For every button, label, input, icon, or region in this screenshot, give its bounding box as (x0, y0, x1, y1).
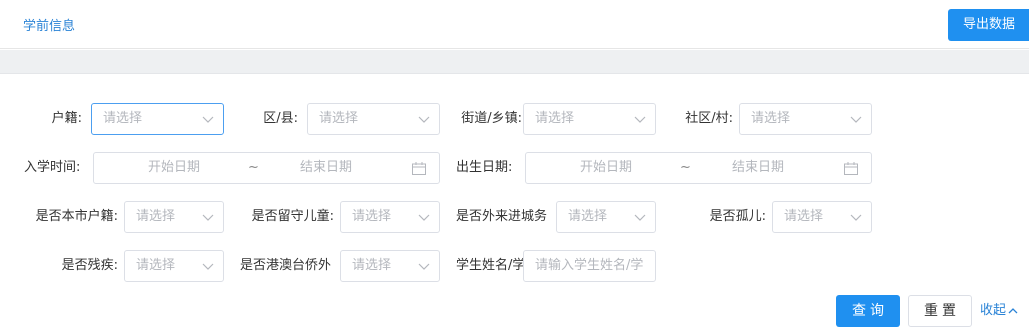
student-name-placeholder: 请输入学生姓名/学 (535, 258, 644, 273)
birth-start-placeholder: 开始日期 (580, 160, 633, 175)
chevron-down-icon (418, 214, 430, 221)
calendar-icon (844, 162, 858, 175)
enroll-range-separator: ~ (248, 160, 259, 175)
collapse-label: 收起 (980, 303, 1007, 318)
community-label: 社区/村: (685, 111, 733, 126)
reset-button[interactable]: 重置 (908, 295, 972, 327)
collapse-link[interactable]: 收起 (980, 295, 1018, 327)
student-name-label: 学生姓名/学 (456, 258, 524, 273)
hk-macao-tw-select[interactable]: 请选择 (340, 250, 440, 282)
top-bar: 学前信息 导出数据 (0, 0, 1029, 49)
birth-range-separator: ~ (680, 160, 691, 175)
migrant-label: 是否外来进城务 (456, 209, 548, 224)
chevron-down-icon (202, 214, 214, 221)
district-placeholder: 请选择 (319, 111, 359, 126)
calendar-icon (412, 162, 426, 175)
street-label: 街道/乡镇: (461, 111, 522, 126)
section-divider-bar (0, 50, 1029, 74)
street-placeholder: 请选择 (535, 111, 575, 126)
orphan-select[interactable]: 请选择 (772, 201, 872, 233)
chevron-up-icon (1008, 307, 1018, 313)
orphan-placeholder: 请选择 (784, 209, 824, 224)
local-huji-label: 是否本市户籍: (35, 209, 118, 224)
huji-label: 户籍: (51, 111, 82, 126)
migrant-placeholder: 请选择 (568, 209, 608, 224)
chevron-down-icon (634, 214, 646, 221)
district-select[interactable]: 请选择 (307, 103, 440, 135)
migrant-select[interactable]: 请选择 (556, 201, 656, 233)
community-placeholder: 请选择 (751, 111, 791, 126)
export-data-button[interactable]: 导出数据 (948, 9, 1029, 41)
district-label: 区/县: (263, 111, 298, 126)
hk-macao-tw-placeholder: 请选择 (352, 258, 392, 273)
huji-placeholder: 请选择 (103, 111, 143, 126)
enroll-date-range-picker[interactable]: 开始日期 ~ 结束日期 (93, 152, 440, 184)
chevron-down-icon (418, 116, 430, 123)
orphan-label: 是否孤儿: (709, 209, 766, 224)
community-select[interactable]: 请选择 (739, 103, 872, 135)
chevron-down-icon (202, 116, 214, 123)
huji-select[interactable]: 请选择 (91, 103, 224, 135)
page-title: 学前信息 (23, 19, 76, 34)
chevron-down-icon (634, 116, 646, 123)
hk-macao-tw-label: 是否港澳台侨外 (240, 258, 332, 273)
chevron-down-icon (418, 263, 430, 270)
left-behind-label: 是否留守儿童: (251, 209, 334, 224)
query-button[interactable]: 查询 (836, 295, 900, 327)
enroll-start-placeholder: 开始日期 (148, 160, 201, 175)
enroll-end-placeholder: 结束日期 (300, 160, 353, 175)
local-huji-placeholder: 请选择 (136, 209, 176, 224)
disabled-select[interactable]: 请选择 (124, 250, 224, 282)
birth-end-placeholder: 结束日期 (732, 160, 785, 175)
disabled-label: 是否残疾: (61, 258, 118, 273)
local-huji-select[interactable]: 请选择 (124, 201, 224, 233)
left-behind-select[interactable]: 请选择 (340, 201, 440, 233)
student-name-input[interactable]: 请输入学生姓名/学 (523, 250, 656, 282)
chevron-down-icon (850, 214, 862, 221)
birth-date-range-picker[interactable]: 开始日期 ~ 结束日期 (525, 152, 872, 184)
chevron-down-icon (850, 116, 862, 123)
disabled-placeholder: 请选择 (136, 258, 176, 273)
enroll-date-label: 入学时间: (24, 160, 81, 175)
street-select[interactable]: 请选择 (523, 103, 656, 135)
left-behind-placeholder: 请选择 (352, 209, 392, 224)
birth-date-label: 出生日期: (456, 160, 513, 175)
chevron-down-icon (202, 263, 214, 270)
